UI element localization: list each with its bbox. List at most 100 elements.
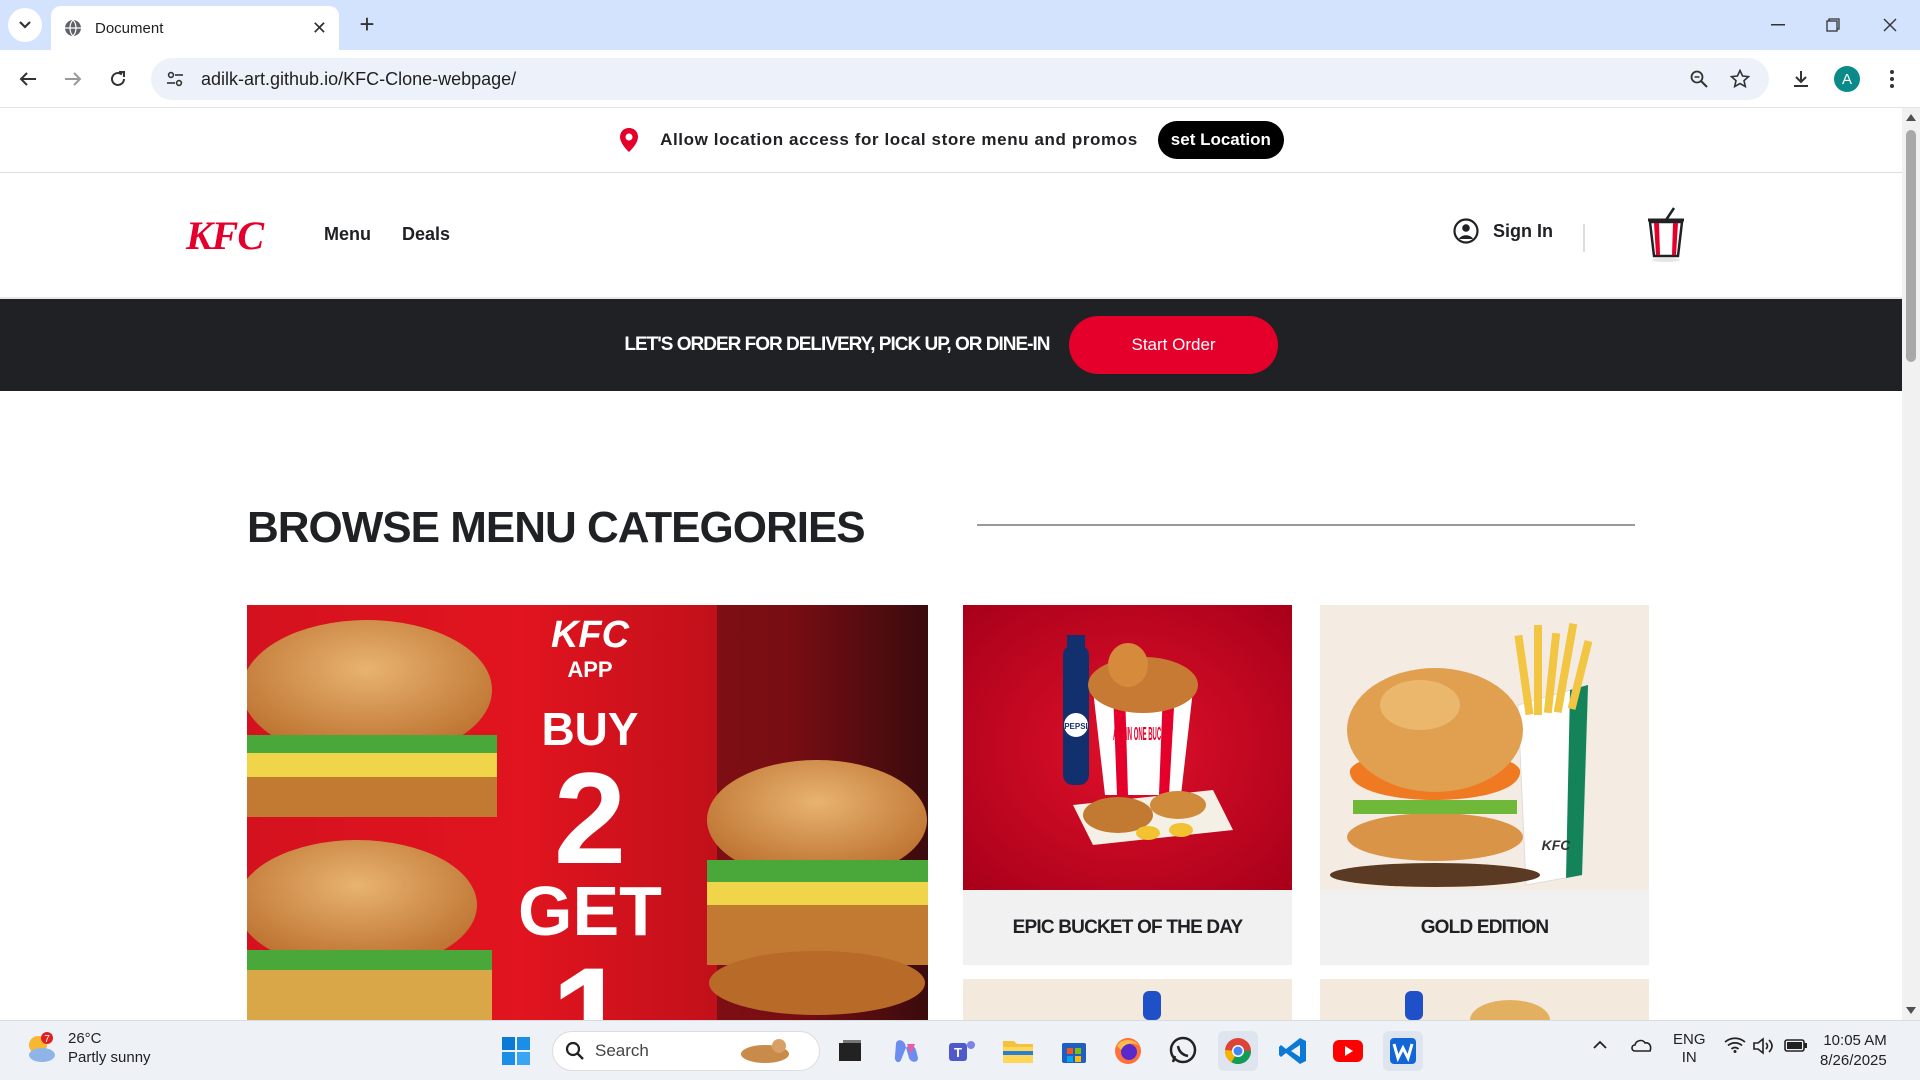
tab-title: Document	[95, 19, 164, 37]
tab-search-button[interactable]	[8, 8, 42, 42]
new-tab-button[interactable]: +	[352, 10, 382, 40]
close-tab-icon[interactable]: ✕	[312, 18, 327, 39]
promo-line-4: 1	[551, 938, 629, 1020]
back-button[interactable]	[11, 62, 45, 96]
category-card-next-1[interactable]	[963, 979, 1292, 1020]
section-divider	[977, 524, 1635, 526]
location-message: Allow location access for local store me…	[660, 130, 1138, 149]
youtube-icon[interactable]	[1328, 1031, 1368, 1071]
site-header: KFC Menu Deals Sign In	[0, 174, 1902, 299]
bucket-text: ALL IN ONE BUCKET	[1113, 724, 1173, 744]
profile-avatar: A	[1834, 66, 1860, 92]
svg-text:T: T	[954, 1045, 962, 1060]
teams-icon[interactable]: T	[942, 1031, 982, 1071]
zoom-button[interactable]	[1684, 64, 1714, 94]
reload-icon	[111, 71, 125, 86]
nav-menu-link[interactable]: Menu	[324, 224, 371, 245]
url-text: adilk-art.github.io/KFC-Clone-webpage/	[201, 68, 517, 89]
start-button[interactable]	[496, 1031, 536, 1071]
minimize-icon	[1771, 24, 1785, 26]
reload-button[interactable]	[101, 62, 135, 96]
star-icon	[1730, 69, 1750, 89]
fries-box-text: KFC	[1542, 837, 1572, 853]
browser-tab[interactable]: Document ✕	[51, 6, 339, 50]
browse-menu-title: BROWSE MENU CATEGORIES	[247, 503, 866, 552]
web-page: Allow location access for local store me…	[0, 108, 1902, 1020]
scroll-up-arrow-icon[interactable]	[1906, 114, 1916, 121]
header-divider	[1583, 224, 1585, 252]
site-settings-icon[interactable]	[163, 67, 187, 91]
order-banner: LET'S ORDER FOR DELIVERY, PICK UP, OR DI…	[0, 299, 1902, 391]
microsoft-store-icon[interactable]	[1054, 1031, 1094, 1071]
category-card-epic-bucket[interactable]: PEPSI ALL IN ONE BUCKET EPIC BUCKET OF T…	[963, 605, 1292, 965]
address-bar[interactable]: adilk-art.github.io/KFC-Clone-webpage/	[151, 58, 1769, 100]
bookmark-button[interactable]	[1725, 64, 1755, 94]
close-window-button[interactable]	[1870, 10, 1910, 40]
partly-sunny-icon: 7	[29, 1032, 55, 1062]
weather-temp: 26°C	[68, 1030, 102, 1047]
windows-taskbar: 7 26°C Partly sunny Search T ENG IN 10:0…	[0, 1020, 1920, 1080]
minimize-button[interactable]	[1758, 10, 1798, 40]
scroll-down-arrow-icon[interactable]	[1906, 1007, 1916, 1014]
vscode-icon[interactable]	[1273, 1031, 1313, 1071]
profile-button[interactable]: A	[1830, 62, 1864, 96]
battery-icon[interactable]	[1784, 1037, 1808, 1057]
weather-widget[interactable]: 7 26°C Partly sunny	[24, 1029, 151, 1067]
location-banner: Allow location access for local store me…	[0, 108, 1902, 173]
language-indicator[interactable]: ENG IN	[1673, 1031, 1706, 1067]
app-promo-image: KFC APP BUY 2 GET 1	[247, 605, 928, 1020]
drink-label: PEPSI	[1064, 722, 1088, 731]
chrome-icon[interactable]	[1218, 1031, 1258, 1071]
close-icon	[1883, 18, 1897, 32]
task-view-icon[interactable]	[830, 1031, 870, 1071]
globe-icon	[65, 19, 81, 37]
web-app-icon[interactable]	[1383, 1031, 1423, 1071]
search-placeholder: Search	[595, 1041, 649, 1060]
card-caption: GOLD EDITION	[1420, 916, 1549, 938]
clock-time: 10:05 AM	[1823, 1032, 1887, 1049]
arrow-left-icon	[19, 72, 36, 86]
restore-button[interactable]	[1813, 10, 1853, 40]
whatsapp-icon[interactable]	[1163, 1031, 1203, 1071]
sign-in-label: Sign In	[1493, 220, 1553, 241]
wifi-icon[interactable]	[1724, 1037, 1746, 1057]
taskbar-search[interactable]: Search	[552, 1031, 820, 1071]
promo-line-2: 2	[554, 745, 626, 891]
promo-sub-text: APP	[567, 657, 612, 682]
windows-logo-icon	[502, 1037, 530, 1065]
language-code: ENG	[1673, 1031, 1706, 1048]
search-icon	[565, 1041, 584, 1060]
forward-button[interactable]	[56, 62, 90, 96]
category-card-next-2[interactable]	[1320, 979, 1649, 1020]
scrollbar-thumb[interactable]	[1906, 130, 1916, 362]
onedrive-icon[interactable]	[1630, 1037, 1654, 1057]
nav-deals-link[interactable]: Deals	[402, 224, 450, 245]
system-clock[interactable]: 10:05 AM 8/26/2025	[1820, 1031, 1887, 1071]
copilot-icon[interactable]	[886, 1031, 926, 1071]
weather-badge: 7	[44, 1034, 50, 1045]
kfc-logo[interactable]: KFC	[186, 212, 264, 259]
category-card-gold-edition[interactable]: KFC GOLD EDITION	[1320, 605, 1649, 965]
epic-bucket-image: PEPSI ALL IN ONE BUCKET	[963, 605, 1292, 890]
downloads-button[interactable]	[1784, 62, 1818, 96]
file-explorer-icon[interactable]	[998, 1031, 1038, 1071]
app-promo-card[interactable]: KFC APP BUY 2 GET 1	[247, 605, 928, 1020]
tray-overflow-icon[interactable]	[1592, 1037, 1608, 1054]
cart-bucket-icon[interactable]	[1644, 206, 1688, 262]
order-banner-text: LET'S ORDER FOR DELIVERY, PICK UP, OR DI…	[624, 334, 1050, 355]
weather-desc: Partly sunny	[68, 1049, 151, 1066]
start-order-button[interactable]: Start Order	[1069, 316, 1278, 374]
region-code: IN	[1681, 1049, 1697, 1066]
volume-icon[interactable]	[1752, 1037, 1774, 1059]
clock-date: 8/26/2025	[1820, 1052, 1887, 1069]
sign-in-link[interactable]: Sign In	[1453, 218, 1553, 244]
restore-icon	[1826, 18, 1840, 32]
gold-edition-image: KFC	[1320, 605, 1649, 890]
page-scrollbar[interactable]	[1902, 108, 1920, 1020]
set-location-button[interactable]: set Location	[1157, 121, 1284, 159]
browser-tab-strip: Document ✕ +	[0, 0, 1920, 50]
arrow-right-icon	[65, 72, 82, 86]
firefox-icon[interactable]	[1108, 1031, 1148, 1071]
browser-menu-button[interactable]	[1875, 62, 1909, 96]
zoom-icon	[1690, 70, 1708, 88]
